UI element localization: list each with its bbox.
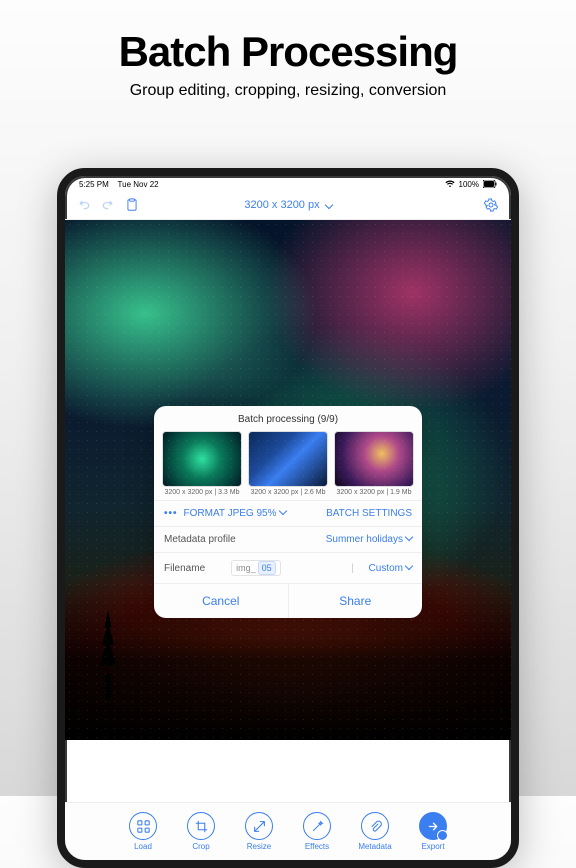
crop-icon: [187, 812, 215, 840]
attachment-icon: [361, 812, 389, 840]
dimensions-label: 3200 x 3200 px: [244, 199, 319, 211]
thumbnail-image: [334, 431, 414, 487]
filename-label: Filename: [164, 563, 205, 574]
resize-icon: [245, 812, 273, 840]
tab-crop[interactable]: Crop: [179, 812, 223, 851]
metadata-profile-dropdown[interactable]: Summer holidays: [326, 534, 412, 545]
filename-sequence: 05: [258, 561, 276, 575]
promo-title: Batch Processing: [0, 28, 576, 76]
thumbnail-caption: 3200 x 3200 px | 2.6 Mb: [248, 489, 328, 496]
thumbnail-item[interactable]: 3200 x 3200 px | 1.9 Mb: [334, 431, 414, 496]
settings-button[interactable]: [483, 197, 499, 213]
metadata-profile-label: Metadata profile: [164, 534, 236, 545]
canvas-foreground: [65, 580, 511, 740]
more-icon[interactable]: •••: [164, 508, 178, 519]
cancel-button[interactable]: Cancel: [154, 584, 289, 618]
tab-load[interactable]: Load: [121, 812, 165, 851]
batch-settings-button[interactable]: BATCH SETTINGS: [326, 508, 412, 519]
canvas-tree: [93, 610, 123, 680]
thumbnail-caption: 3200 x 3200 px | 3.3 Mb: [162, 489, 242, 496]
tab-metadata[interactable]: Metadata: [353, 812, 397, 851]
filename-mode-dropdown[interactable]: Custom: [369, 563, 412, 574]
format-dropdown[interactable]: FORMAT JPEG 95%: [184, 508, 286, 519]
status-date: Tue Nov 22: [118, 180, 159, 189]
tab-resize[interactable]: Resize: [237, 812, 281, 851]
undo-button[interactable]: [77, 198, 91, 212]
app-toolbar: 3200 x 3200 px: [65, 190, 511, 220]
thumbnail-image: [162, 431, 242, 487]
tab-effects[interactable]: Effects: [295, 812, 339, 851]
clipboard-button[interactable]: [125, 198, 139, 212]
modal-title: Batch processing (9/9): [154, 406, 422, 431]
bottom-tabbar: Load Crop Resize Effects Metadata: [65, 802, 511, 860]
batch-modal: Batch processing (9/9) 3200 x 3200 px | …: [154, 406, 422, 618]
thumbnail-caption: 3200 x 3200 px | 1.9 Mb: [334, 489, 414, 496]
dimensions-dropdown[interactable]: 3200 x 3200 px: [244, 199, 331, 211]
image-canvas[interactable]: Batch processing (9/9) 3200 x 3200 px | …: [65, 220, 511, 740]
battery-text: 100%: [459, 180, 479, 189]
status-time: 5:25 PM: [79, 180, 109, 189]
promo-subtitle: Group editing, cropping, resizing, conve…: [0, 82, 576, 100]
battery-icon: [483, 180, 497, 188]
tab-export[interactable]: Export: [411, 812, 455, 851]
thumbnail-item[interactable]: 3200 x 3200 px | 3.3 Mb: [162, 431, 242, 496]
export-icon: [419, 812, 447, 840]
thumbnail-image: [248, 431, 328, 487]
grid-icon: [129, 812, 157, 840]
status-bar: 5:25 PM Tue Nov 22 100%: [65, 176, 511, 190]
thumbnail-item[interactable]: 3200 x 3200 px | 2.6 Mb: [248, 431, 328, 496]
share-button[interactable]: Share: [289, 584, 423, 618]
thumbnail-strip: 3200 x 3200 px | 3.3 Mb 3200 x 3200 px |…: [154, 431, 422, 500]
wand-icon: [303, 812, 331, 840]
tablet-frame: 5:25 PM Tue Nov 22 100%: [57, 168, 519, 868]
filename-input[interactable]: img_05: [231, 560, 281, 576]
redo-button[interactable]: [101, 198, 115, 212]
wifi-icon: [445, 180, 455, 188]
